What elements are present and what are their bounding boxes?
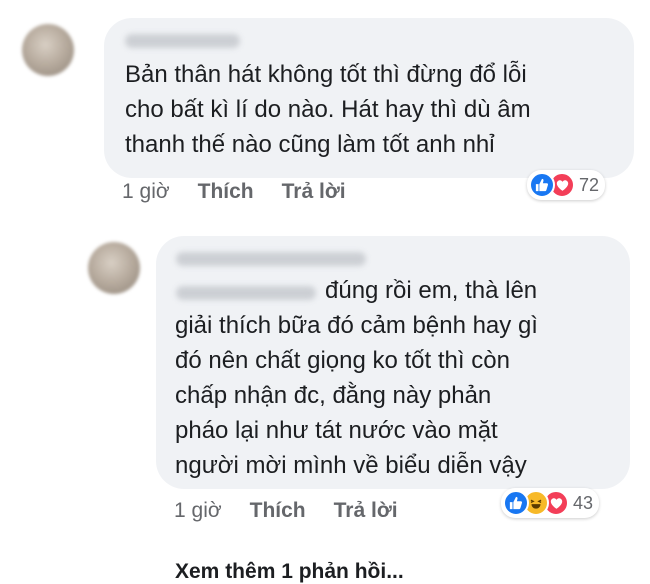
comment-actions: 1 giờ Thích Trả lời [174, 499, 398, 523]
reaction-summary[interactable]: 43 [501, 488, 600, 518]
comment-time[interactable]: 1 giờ [122, 180, 170, 204]
reply-button[interactable]: Trả lời [282, 180, 346, 204]
reaction-count: 43 [573, 492, 594, 513]
avatar[interactable] [22, 24, 74, 76]
comment-text-rest: giải thích bữa đó cảm bệnh hay gì đó nên… [175, 312, 538, 479]
like-button[interactable]: Thích [198, 180, 254, 204]
reply-button[interactable]: Trả lời [334, 499, 398, 523]
comment-text: đúng rồi em, thà lên giải thích bữa đó cả… [175, 273, 615, 483]
reaction-summary[interactable]: 72 [527, 170, 606, 200]
commenter-name-blurred[interactable] [176, 252, 366, 266]
comment-text-first-line: đúng rồi em, thà lên [325, 277, 538, 304]
reaction-count: 72 [579, 174, 600, 195]
commenter-name-blurred[interactable] [125, 34, 240, 48]
like-button[interactable]: Thích [250, 499, 306, 523]
avatar[interactable] [88, 242, 140, 294]
view-more-replies-link[interactable]: Xem thêm 1 phản hồi... [175, 560, 404, 584]
like-icon [529, 172, 555, 198]
comment-text: Bản thân hát không tốt thì đừng đổ lỗi c… [125, 61, 531, 158]
comment-actions: 1 giờ Thích Trả lời [122, 180, 346, 204]
comment-time[interactable]: 1 giờ [174, 499, 222, 523]
like-icon [503, 490, 529, 516]
